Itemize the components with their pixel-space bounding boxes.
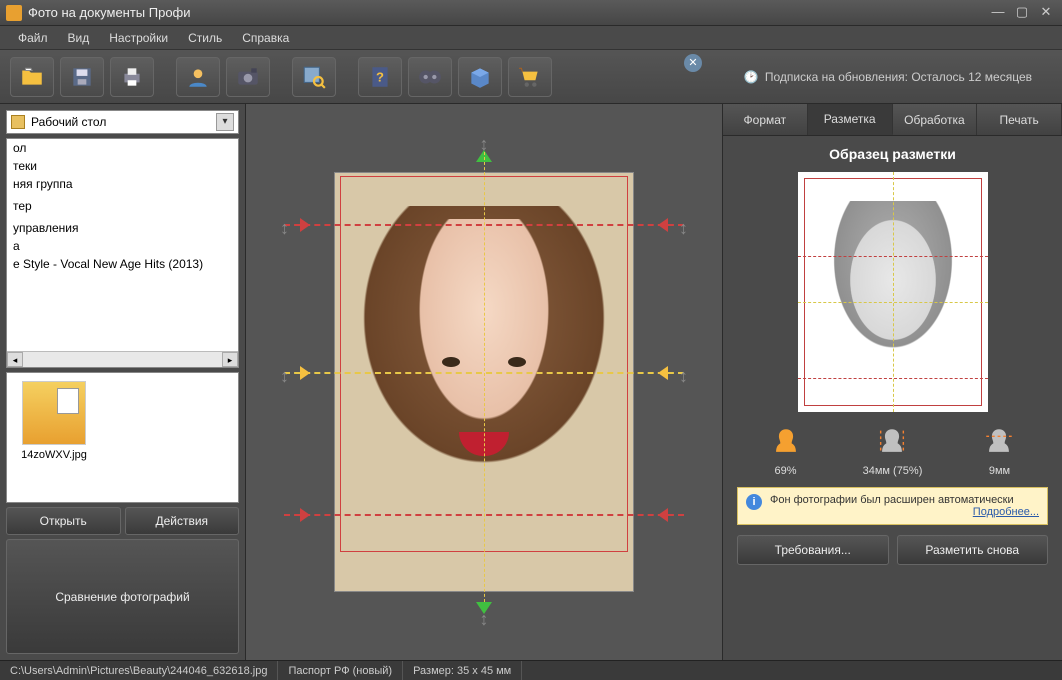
status-format: Паспорт РФ (новый): [278, 661, 403, 680]
compare-button[interactable]: Сравнение фотографий: [6, 539, 239, 654]
menu-settings[interactable]: Настройки: [99, 28, 178, 48]
menu-bar: Файл Вид Настройки Стиль Справка: [0, 26, 1062, 50]
tab-bar: Формат Разметка Обработка Печать: [723, 104, 1062, 136]
close-button[interactable]: ✕: [1036, 5, 1056, 21]
eye-guide[interactable]: [284, 372, 684, 374]
resize-vertical-icon[interactable]: ↕: [679, 366, 688, 387]
save-button[interactable]: [60, 57, 104, 97]
scroll-left-icon[interactable]: ◂: [7, 352, 23, 367]
sample-preview: [798, 172, 988, 412]
thumbnail-name: 14zoWXV.jpg: [15, 449, 93, 461]
menu-file[interactable]: Файл: [8, 28, 58, 48]
guide-handle-icon[interactable]: [658, 366, 668, 380]
guide-handle-icon[interactable]: [658, 508, 668, 522]
resize-vertical-icon[interactable]: ↕: [280, 218, 289, 239]
vertical-guide[interactable]: [484, 152, 485, 612]
window-title: Фото на документы Профи: [28, 5, 984, 20]
photo-frame[interactable]: ↕ ↕ ↕ ↕ ↕ ↕: [314, 152, 654, 612]
tab-format[interactable]: Формат: [723, 104, 808, 135]
maximize-button[interactable]: ▢: [1012, 5, 1032, 21]
guide-handle-icon[interactable]: [658, 218, 668, 232]
resize-vertical-icon[interactable]: ↕: [280, 366, 289, 387]
tab-markup[interactable]: Разметка: [808, 104, 893, 135]
list-item[interactable]: теки: [7, 157, 238, 175]
svg-text:?: ?: [376, 69, 384, 84]
horizontal-scrollbar[interactable]: ◂ ▸: [7, 351, 238, 367]
info-icon: i: [746, 494, 762, 510]
list-item[interactable]: няя группа: [7, 175, 238, 193]
head-silhouette-icon: [766, 422, 806, 462]
requirements-button[interactable]: Требования...: [737, 535, 889, 565]
sample-title: Образец разметки: [737, 146, 1048, 162]
status-bar: C:\Users\Admin\Pictures\Beauty\244046_63…: [0, 660, 1062, 680]
folder-combo[interactable]: Рабочий стол ▾: [6, 110, 239, 134]
open-button[interactable]: Открыть: [6, 507, 121, 535]
center-panel: ↕ ↕ ↕ ↕ ↕ ↕: [246, 104, 722, 660]
chevron-down-icon[interactable]: ▾: [216, 113, 234, 131]
directory-list[interactable]: ол теки няя группа тер управления а e St…: [6, 138, 239, 368]
info-strip: i Фон фотографии был расширен автоматиче…: [737, 487, 1048, 525]
info-text: Фон фотографии был расширен автоматическ…: [770, 494, 1014, 506]
remark-button[interactable]: Разметить снова: [897, 535, 1049, 565]
tab-print[interactable]: Печать: [977, 104, 1062, 135]
top-guide[interactable]: [284, 224, 684, 226]
list-item[interactable]: управления: [7, 219, 238, 237]
profile-button[interactable]: [176, 57, 220, 97]
guide-handle-icon[interactable]: [300, 218, 310, 232]
open-folder-button[interactable]: [10, 57, 54, 97]
folder-icon: [11, 115, 25, 129]
thumbnail-area: 14zoWXV.jpg: [6, 372, 239, 503]
head-height-icon: [872, 422, 912, 462]
subscription-label: 🕑 Подписка на обновления: Осталось 12 ме…: [744, 70, 1032, 84]
actions-button[interactable]: Действия: [125, 507, 240, 535]
banner-close-icon[interactable]: ✕: [684, 54, 702, 72]
left-panel: Рабочий стол ▾ ол теки няя группа тер уп…: [0, 104, 246, 660]
list-item[interactable]: а: [7, 237, 238, 255]
metric-head-width: 9мм: [979, 422, 1019, 477]
info-more-link[interactable]: Подробнее...: [770, 506, 1039, 518]
head-width-icon: [979, 422, 1019, 462]
app-icon: [6, 5, 22, 21]
menu-style[interactable]: Стиль: [178, 28, 232, 48]
toolbar: ? ✕ 🕑 Подписка на обновления: Осталось 1…: [0, 50, 1062, 104]
chin-guide[interactable]: [284, 514, 684, 516]
minimize-button[interactable]: —: [988, 5, 1008, 21]
right-panel: Формат Разметка Обработка Печать Образец…: [722, 104, 1062, 660]
metric-head-ratio: 69%: [766, 422, 806, 477]
box-button[interactable]: [458, 57, 502, 97]
thumbnail-image: [22, 381, 86, 445]
status-path: C:\Users\Admin\Pictures\Beauty\244046_63…: [0, 661, 278, 680]
resize-vertical-icon[interactable]: ↕: [679, 218, 688, 239]
scroll-right-icon[interactable]: ▸: [222, 352, 238, 367]
menu-view[interactable]: Вид: [58, 28, 100, 48]
list-item[interactable]: тер: [7, 197, 238, 215]
metrics-row: 69% 34мм (75%) 9мм: [737, 422, 1048, 477]
metric-head-height: 34мм (75%): [863, 422, 923, 477]
guide-handle-icon[interactable]: [300, 508, 310, 522]
video-button[interactable]: [408, 57, 452, 97]
cart-button[interactable]: [508, 57, 552, 97]
print-button[interactable]: [110, 57, 154, 97]
resize-vertical-icon[interactable]: ↕: [480, 609, 489, 630]
tab-processing[interactable]: Обработка: [893, 104, 978, 135]
scroll-track[interactable]: [23, 352, 222, 367]
menu-help[interactable]: Справка: [232, 28, 299, 48]
folder-combo-label: Рабочий стол: [31, 115, 106, 129]
thumbnail[interactable]: 14zoWXV.jpg: [15, 381, 93, 461]
guide-handle-icon[interactable]: [300, 366, 310, 380]
clock-icon: 🕑: [744, 70, 759, 84]
title-bar: Фото на документы Профи — ▢ ✕: [0, 0, 1062, 26]
list-item[interactable]: e Style - Vocal New Age Hits (2013): [7, 255, 238, 273]
camera-button[interactable]: [226, 57, 270, 97]
help-book-button[interactable]: ?: [358, 57, 402, 97]
image-search-button[interactable]: [292, 57, 336, 97]
list-item[interactable]: ол: [7, 139, 238, 157]
status-size: Размер: 35 x 45 мм: [403, 661, 522, 680]
